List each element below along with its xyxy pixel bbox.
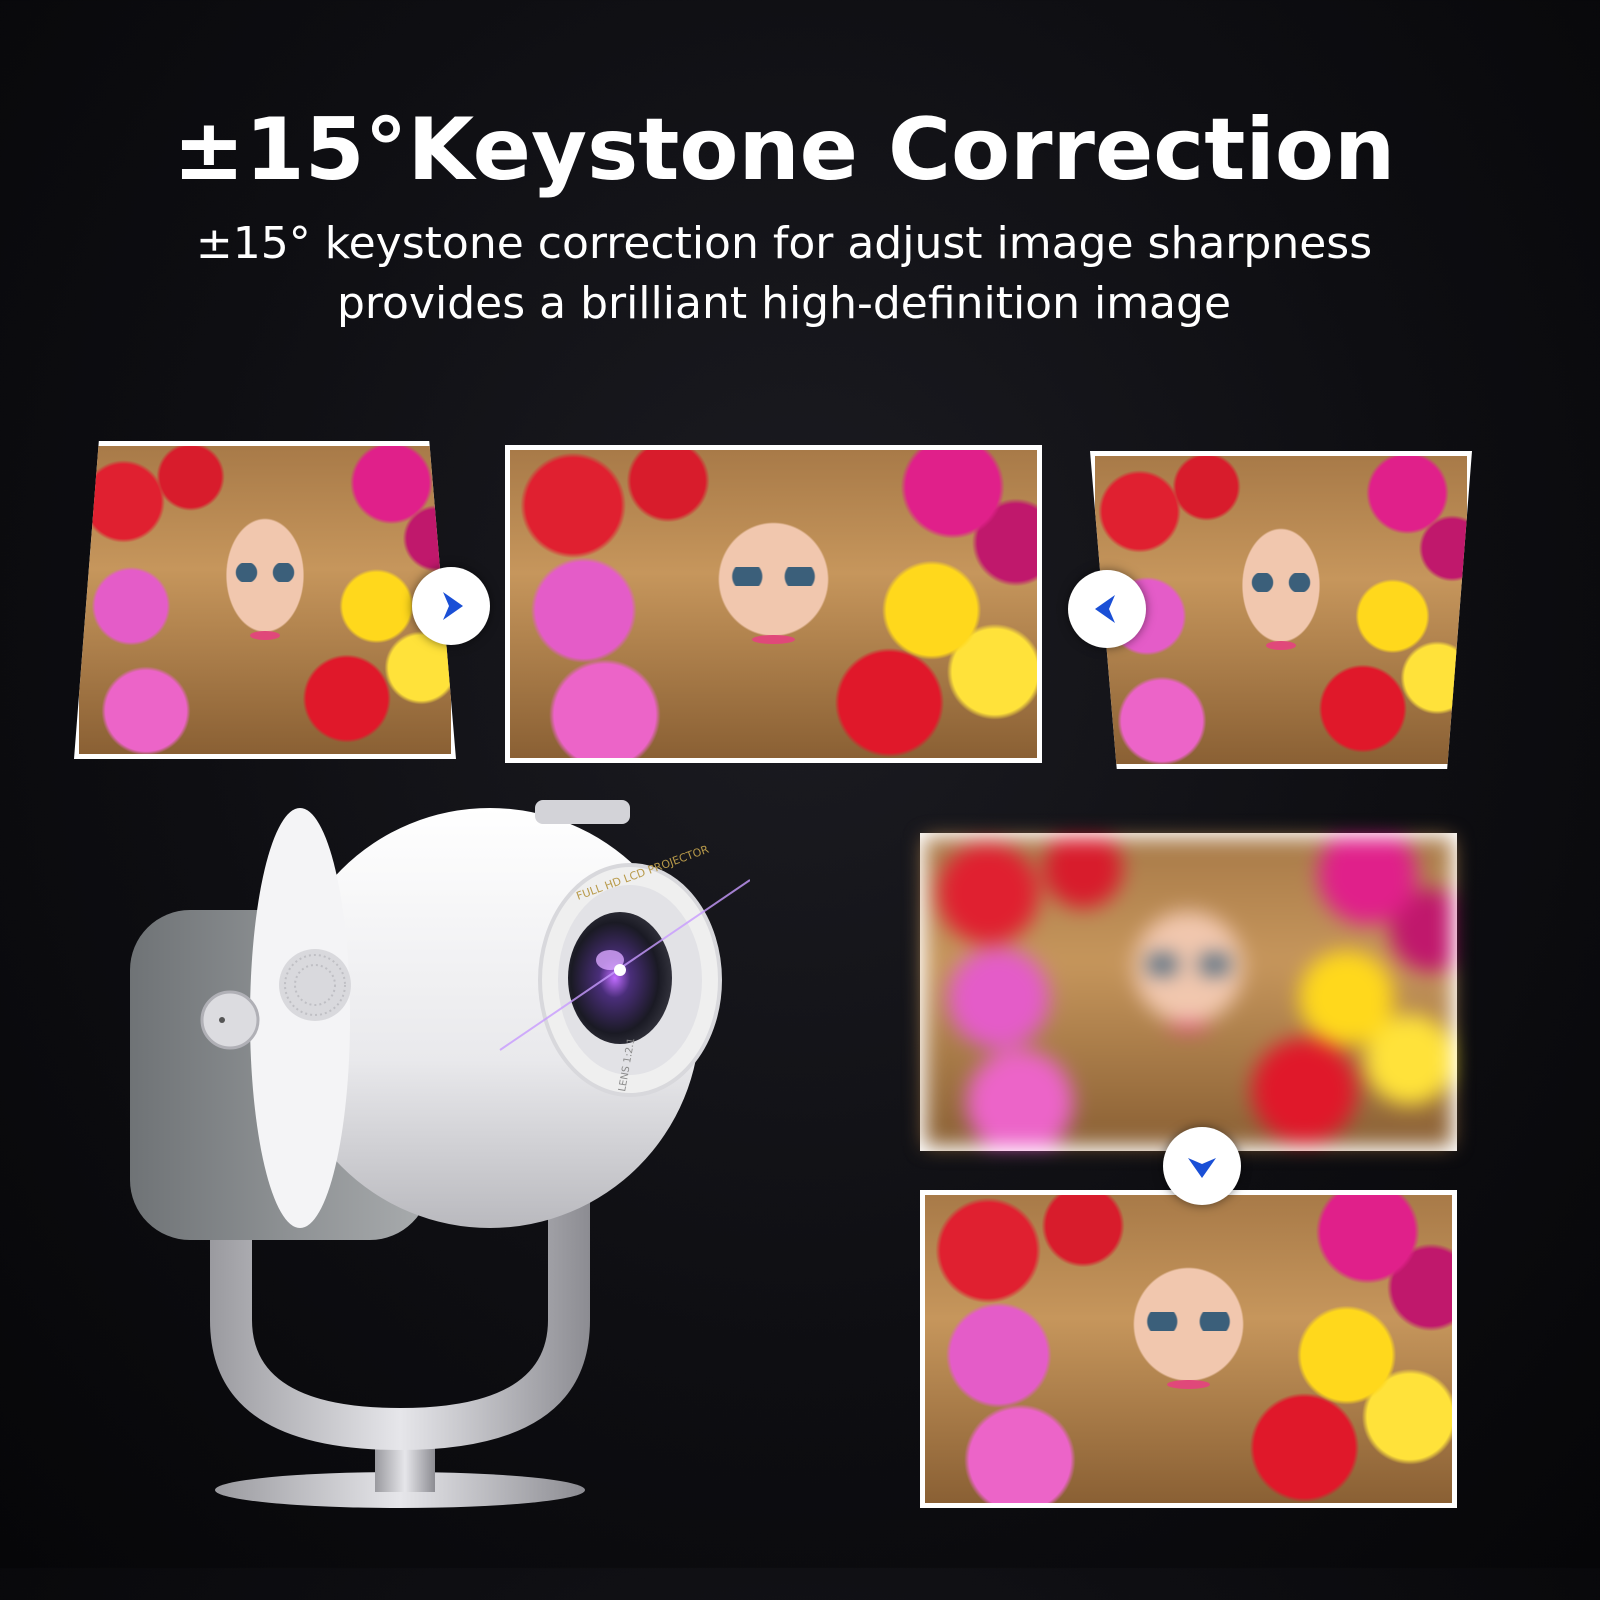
chevron-down-icon	[1188, 1158, 1216, 1178]
chevron-left-icon	[1095, 595, 1115, 623]
keystone-left-image	[74, 441, 456, 759]
arrow-right-button	[412, 567, 490, 645]
speaker-grille	[279, 949, 351, 1021]
hinge-knob	[200, 990, 260, 1050]
subtitle-line-2: provides a brilliant high-definition ima…	[336, 278, 1232, 329]
chevron-right-icon	[443, 592, 463, 620]
keystone-right-image	[1090, 451, 1472, 769]
focus-wheel	[535, 800, 630, 824]
subtitle-line-1: ±15° keystone correction for adjust imag…	[195, 218, 1373, 269]
portrait-photo	[1095, 456, 1467, 764]
blurred-image	[920, 833, 1457, 1151]
portrait-photo	[925, 1195, 1452, 1503]
portrait-photo	[925, 838, 1452, 1146]
arrow-down-button	[1163, 1127, 1241, 1205]
arrow-left-button	[1068, 570, 1146, 648]
headline: ±15°Keystone Correction	[172, 100, 1396, 200]
sharp-image	[920, 1190, 1457, 1508]
corrected-center-image	[505, 445, 1042, 763]
portrait-photo	[79, 446, 451, 754]
lens	[568, 912, 672, 1044]
projector-illustration: FULL HD LCD PROJECTOR LENS 1:2.1	[130, 800, 750, 1508]
portrait-photo	[510, 450, 1037, 758]
